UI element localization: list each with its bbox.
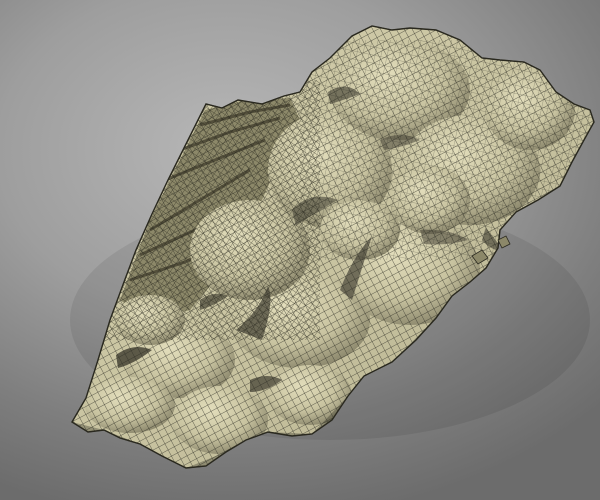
rock-mesh-render [70,25,595,469]
render-viewport [0,0,600,500]
